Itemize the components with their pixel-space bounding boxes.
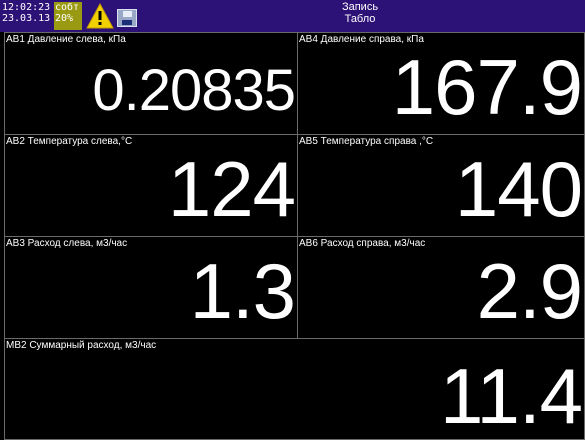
panel-pressure-left[interactable]: АВ1 Давление слева, кПа 0.20835	[4, 32, 298, 135]
panel-temperature-left[interactable]: АВ2 Температура слева,°С 124	[4, 134, 298, 237]
panel-label: АВ5 Температура справа ,°С	[299, 136, 434, 147]
panel-label: МВ2 Суммарный расход, м3/час	[6, 340, 157, 351]
screen-name-text: Табло	[344, 13, 376, 25]
panel-value: 140	[454, 145, 583, 233]
panel-value: 2.9	[476, 247, 583, 335]
panel-label: АВ6 Расход справа, м3/час	[299, 238, 426, 249]
top-status-bar: 12:02:23 23.03.13 собт 20% Запись Табло	[0, 0, 585, 32]
panel-total-flow[interactable]: МВ2 Суммарный расход, м3/час 11.4	[4, 338, 585, 440]
events-label: собт	[55, 2, 80, 13]
panel-value: 11.4	[439, 352, 583, 440]
datetime-display: 12:02:23 23.03.13	[2, 2, 54, 30]
panel-value: 124	[167, 145, 296, 233]
panel-label: АВ1 Давление слева, кПа	[6, 34, 126, 45]
events-percent: 20%	[55, 13, 74, 24]
events-indicator[interactable]: собт 20%	[54, 2, 82, 30]
panel-value: 0.20835	[92, 58, 296, 123]
panel-value: 1.3	[189, 247, 296, 335]
panel-label: АВ2 Температура слева,°С	[6, 136, 133, 147]
panel-label: АВ3 Расход слева, м3/час	[6, 238, 128, 249]
panel-pressure-right[interactable]: АВ4 Давление справа, кПа 167.9	[297, 32, 585, 135]
warning-icon[interactable]	[86, 2, 114, 29]
time-text: 12:02:23	[2, 2, 51, 13]
date-text: 23.03.13	[2, 13, 51, 24]
panel-flow-left[interactable]: АВ3 Расход слева, м3/час 1.3	[4, 236, 298, 339]
floppy-disk-icon[interactable]	[117, 9, 137, 27]
header-title: Запись Табло	[250, 1, 470, 25]
floppy-label	[122, 20, 132, 25]
mode-text: Запись	[341, 1, 379, 13]
floppy-shutter	[123, 11, 132, 17]
panel-temperature-right[interactable]: АВ5 Температура справа ,°С 140	[297, 134, 585, 237]
panel-flow-right[interactable]: АВ6 Расход справа, м3/час 2.9	[297, 236, 585, 339]
panel-value: 167.9	[391, 43, 583, 131]
